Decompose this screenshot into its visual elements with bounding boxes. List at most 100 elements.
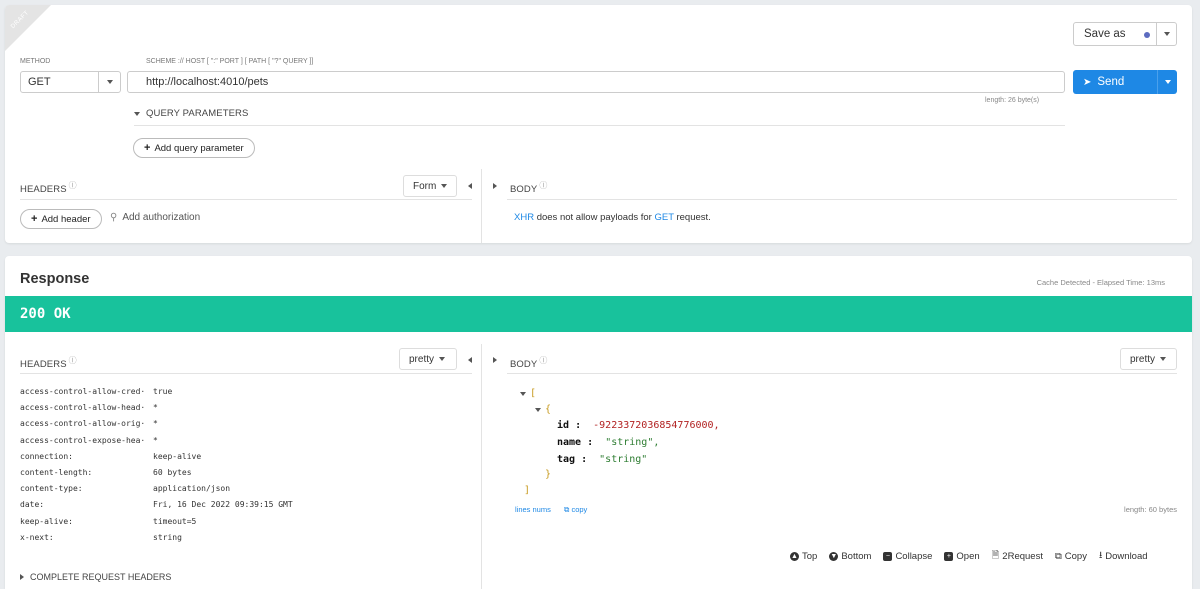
add-header-button[interactable]: + Add header [20,209,102,229]
json-line: } [545,469,552,480]
add-query-param-button[interactable]: + Add query parameter [133,138,255,158]
collapse-array-icon[interactable] [520,392,526,396]
divider [481,344,482,589]
response-body-label: BODY [510,359,538,371]
download-label: Download [1105,550,1148,562]
response-body-title: BODY ⓘ [510,355,547,370]
divider [20,373,472,374]
document-icon: 🗎 [991,550,1000,561]
json-value-name: "string", [605,437,660,448]
query-params-toggle[interactable]: QUERY PARAMETERS [134,108,248,119]
help-icon: ⓘ [68,181,77,190]
minus-square-icon: − [883,551,893,561]
header-key: content-length: [20,468,93,477]
header-key: access-control-allow-head··· [20,403,145,413]
copy-icon: ⧉ [1054,550,1062,562]
to-request-button[interactable]: 🗎 2Request [992,548,1043,564]
save-as-button[interactable]: Save as [1073,22,1177,46]
arrow-up-icon: ▲ [790,551,799,561]
header-value: keep-alive [153,451,202,461]
status-dot-icon [1144,32,1150,38]
chevron-down-icon [1164,80,1171,84]
add-authorization-link[interactable]: ⚲ Add authorization [110,212,200,223]
body-note-end: request. [673,212,711,223]
copy-link[interactable]: ⧉ copy [564,505,587,515]
expand-right-icon [20,574,24,580]
download-button[interactable]: ⭳ Download [1099,548,1148,564]
request-headers-label: HEADERS [20,184,67,196]
json-key-name: name [557,437,582,448]
response-headers-title: HEADERS ⓘ [20,355,77,370]
response-headers-label: HEADERS [20,359,67,371]
help-icon: ⓘ [539,356,548,365]
header-key: access-control-allow-cred··· [20,387,145,396]
header-key: content-type: [20,484,83,494]
method-value: GET [28,76,51,88]
complete-request-headers-toggle[interactable]: COMPLETE REQUEST HEADERS [20,572,171,582]
divider [507,373,1177,374]
method-select[interactable]: GET [20,71,121,93]
help-icon: ⓘ [539,181,548,190]
complete-request-headers-label: COMPLETE REQUEST HEADERS [30,572,172,582]
arrow-down-icon: ▼ [829,551,839,561]
key-icon: ⚲ [110,212,118,223]
response-toolbar: ▲ Top ▼ Bottom − Collapse + Open 🗎 2Request ⧉… [790,545,1160,567]
json-line: id : -9223372036854776000, [557,420,720,431]
open-button[interactable]: + Open [944,550,980,562]
top-button[interactable]: ▲ Top [790,551,817,562]
headers-mode-select[interactable]: Form [403,175,457,197]
expand-right-icon[interactable] [493,183,497,189]
chevron-down-icon [441,184,448,188]
chevron-down-icon [1160,357,1167,361]
request-body-title: BODY ⓘ [510,180,547,195]
divider [134,125,1065,126]
collapse-object-icon[interactable] [535,408,541,412]
method-label: METHOD [20,58,51,65]
collapse-button[interactable]: − Collapse [883,551,932,562]
header-key: access-control-expose-hea··· [20,435,145,445]
body-note-text: does not allow payloads for [534,212,655,223]
send-label: Send [1097,76,1125,88]
url-value: http://localhost:4010/pets [146,76,269,88]
url-input[interactable]: http://localhost:4010/pets [127,71,1065,93]
copy-button[interactable]: ⧉ Copy [1055,551,1087,562]
send-options-button[interactable] [1157,70,1177,94]
send-button[interactable]: ➤ Send [1073,70,1177,94]
save-as-split[interactable] [1156,23,1176,45]
lines-nums-toggle[interactable]: lines nums [515,505,551,514]
header-value: * [153,435,158,445]
body-length: length: 60 bytes [1124,505,1177,514]
response-headers-mode-select[interactable]: pretty [399,348,457,370]
header-value: string [153,532,182,542]
xhr-link[interactable]: XHR [514,212,534,223]
header-key: date: [20,500,45,510]
add-header-label: Add header [41,213,91,225]
collapse-left-icon[interactable] [468,183,472,189]
chevron-down-icon [134,111,140,116]
bottom-button[interactable]: ▼ Bottom [829,551,871,562]
header-value: * [153,403,158,413]
header-value: true [153,387,173,396]
divider [507,199,1177,200]
json-key-tag: tag [557,454,576,465]
url-hint: SCHEME :// HOST [ ":" PORT ] [ PATH [ "?… [146,58,314,65]
json-line: [ [520,388,536,399]
response-panel: Response Cache Detected - Elapsed Time: … [5,256,1192,589]
status-bar: 200 OK [5,296,1192,332]
headers-mode-value: Form [413,180,437,192]
response-body-mode-select[interactable]: pretty [1120,348,1177,370]
expand-right-icon[interactable] [493,357,497,363]
response-title: Response [20,271,90,287]
json-line: ] [524,485,531,496]
get-link[interactable]: GET [654,212,673,223]
draft-ribbon: DRAFT [5,5,51,51]
json-line: tag : "string" [557,454,648,465]
chevron-down-icon [439,357,446,361]
header-value: timeout=5 [153,516,197,526]
open-label: Open [956,550,980,562]
url-length: length: 26 byte(s) [985,97,1040,104]
header-value: Fri, 16 Dec 2022 09:39:15 GMT [153,500,293,510]
top-label: Top [802,550,818,562]
collapse-left-icon[interactable] [468,357,472,363]
body-note: XHR does not allow payloads for GET requ… [514,212,711,223]
